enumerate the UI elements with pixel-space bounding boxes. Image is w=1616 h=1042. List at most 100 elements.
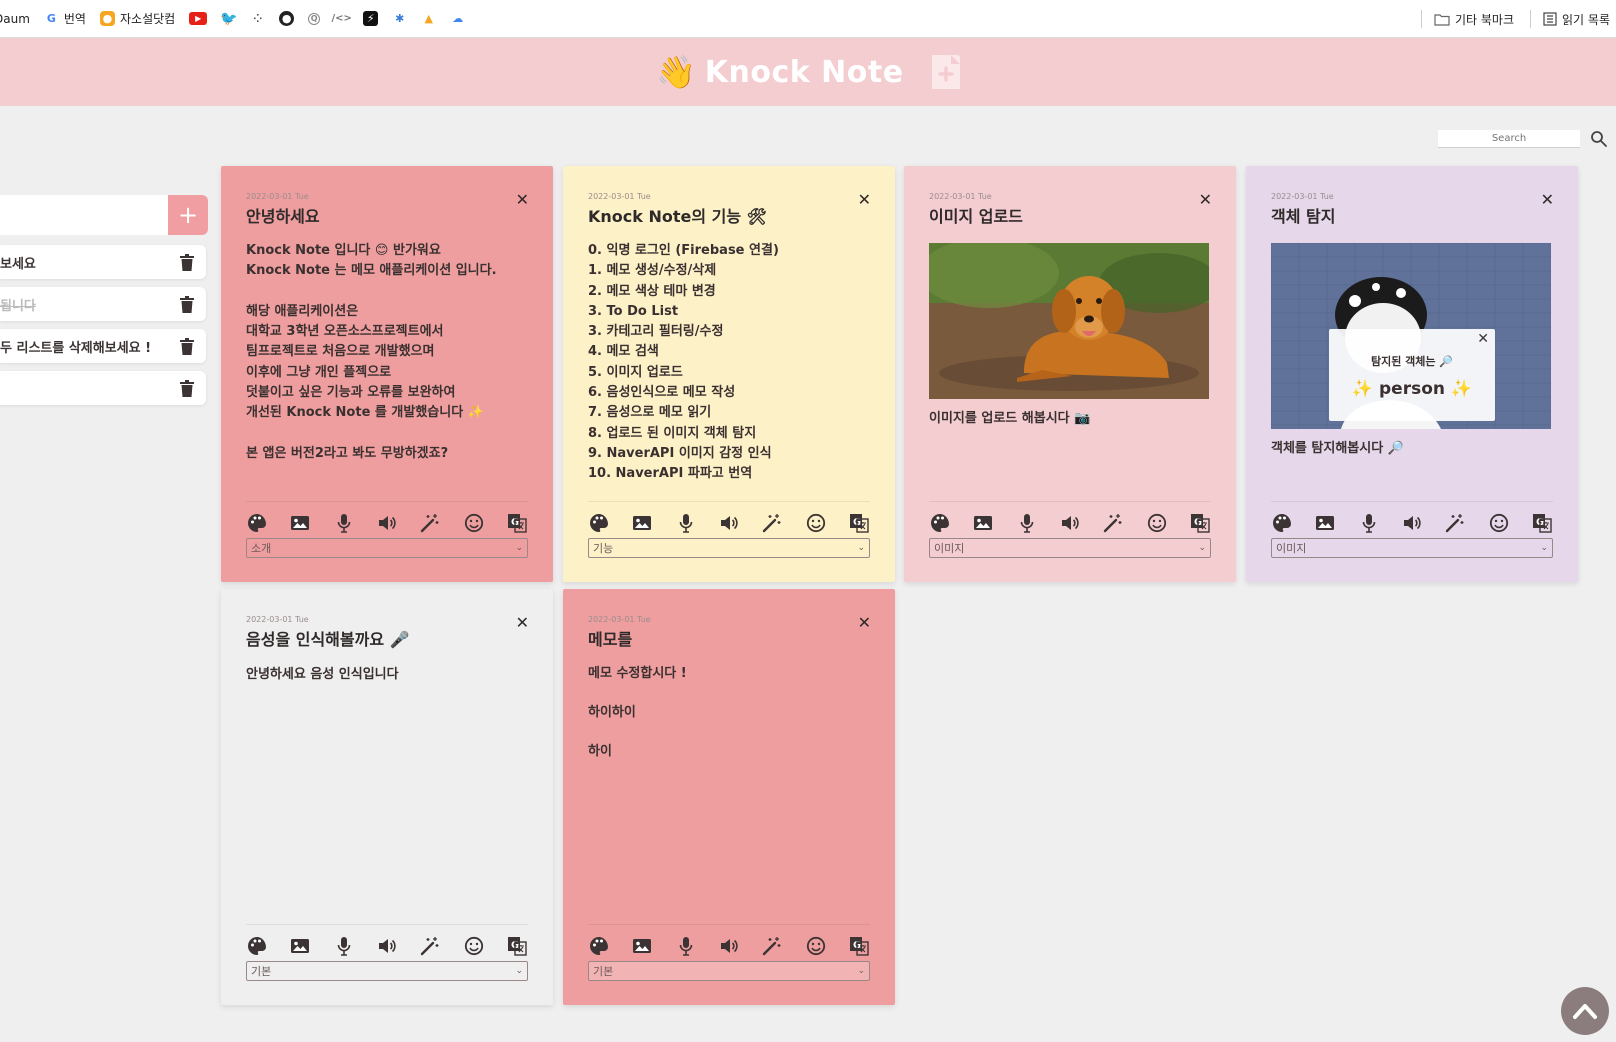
note-title[interactable]: 메모를	[588, 626, 870, 650]
image-icon[interactable]	[1314, 512, 1336, 534]
todo-item[interactable]	[0, 371, 206, 405]
note-title[interactable]: 이미지 업로드	[929, 203, 1211, 227]
note-title[interactable]: 음성을 인식해볼까요 🎤	[246, 626, 528, 650]
emoji-icon[interactable]	[805, 512, 827, 534]
emoji-icon[interactable]	[805, 935, 827, 957]
speaker-icon[interactable]	[718, 512, 740, 534]
microphone-icon[interactable]	[675, 512, 697, 534]
speaker-icon[interactable]	[718, 935, 740, 957]
close-icon[interactable]: ✕	[858, 613, 871, 632]
category-select[interactable]: 이미지 ⌄	[929, 538, 1211, 558]
todo-item[interactable]: 보세요	[0, 245, 206, 279]
bookmark-reading-list[interactable]: 읽기 목록	[1543, 11, 1610, 28]
close-icon[interactable]: ✕	[1477, 331, 1489, 347]
note-title[interactable]: Knock Note의 기능 🛠	[588, 203, 870, 227]
bookmark-translate[interactable]: G 번역	[44, 10, 86, 27]
translate-icon[interactable]: G	[506, 512, 528, 534]
speaker-icon[interactable]	[1059, 512, 1081, 534]
palette-icon[interactable]	[246, 935, 268, 957]
bookmark-twitter[interactable]: 🐦	[220, 11, 237, 27]
close-icon[interactable]: ✕	[516, 190, 529, 209]
bookmark-dev[interactable]: ✱	[392, 11, 407, 26]
palette-icon[interactable]	[929, 512, 951, 534]
close-icon[interactable]: ✕	[1199, 190, 1212, 209]
translate-icon[interactable]: G	[1531, 512, 1553, 534]
note-body[interactable]: Knock Note 입니다 😊 반가워요 Knock Note 는 메모 애플…	[246, 241, 528, 464]
todo-add-button[interactable]: +	[168, 195, 208, 235]
close-icon[interactable]: ✕	[516, 613, 529, 632]
close-icon[interactable]: ✕	[1541, 190, 1554, 209]
emoji-icon[interactable]	[463, 935, 485, 957]
palette-icon[interactable]	[1271, 512, 1293, 534]
trash-icon[interactable]	[180, 337, 194, 355]
trash-icon[interactable]	[180, 253, 194, 271]
search-icon[interactable]	[1590, 130, 1608, 148]
search-input[interactable]	[1438, 130, 1580, 148]
translate-icon[interactable]: G	[1189, 512, 1211, 534]
emoji-icon[interactable]	[1488, 512, 1510, 534]
bookmark-youtube[interactable]: ▶	[189, 12, 208, 25]
image-icon[interactable]	[289, 512, 311, 534]
magic-wand-icon[interactable]	[761, 935, 783, 957]
note-body[interactable]: 메모 수정합시다 ! 하이하이 하이	[588, 664, 870, 762]
category-select[interactable]: 이미지 ⌄	[1271, 538, 1553, 558]
image-icon[interactable]	[972, 512, 994, 534]
category-select[interactable]: 소개 ⌄	[246, 538, 528, 558]
image-caption[interactable]: 이미지를 업로드 해봅시다 📷	[929, 407, 1211, 426]
microphone-icon[interactable]	[1358, 512, 1380, 534]
speaker-icon[interactable]	[1401, 512, 1423, 534]
new-note-button[interactable]	[931, 55, 960, 89]
note-title[interactable]: 안녕하세요	[246, 203, 528, 227]
palette-icon[interactable]	[588, 512, 610, 534]
translate-icon[interactable]: G	[848, 935, 870, 957]
category-select[interactable]: 기본 ⌄	[588, 961, 870, 981]
bookmark-network[interactable]: ⁘	[250, 11, 265, 26]
microphone-icon[interactable]	[675, 935, 697, 957]
magic-wand-icon[interactable]	[1102, 512, 1124, 534]
palette-icon[interactable]	[588, 935, 610, 957]
magic-wand-icon[interactable]	[419, 935, 441, 957]
bookmark-other[interactable]: 기타 북마크	[1434, 11, 1514, 28]
trash-icon[interactable]	[180, 295, 194, 313]
trash-icon[interactable]	[180, 379, 194, 397]
emoji-icon[interactable]	[1146, 512, 1168, 534]
image-icon[interactable]	[631, 512, 653, 534]
app-logo[interactable]: 👋 Knock Note	[656, 53, 903, 91]
image-caption[interactable]: 객체를 탐지해봅시다 🔎	[1271, 437, 1553, 456]
microphone-icon[interactable]	[333, 512, 355, 534]
note-card[interactable]: 2022-03-01 Tue 음성을 인식해볼까요 🎤 ✕ 안녕하세요 음성 인…	[221, 589, 553, 1005]
bookmark-firebase[interactable]: ▲	[421, 11, 436, 26]
magic-wand-icon[interactable]	[419, 512, 441, 534]
bookmark-jasoseol[interactable]: ● 자소설닷컴	[99, 10, 175, 27]
scroll-top-button[interactable]	[1561, 987, 1609, 1035]
bookmark-search[interactable]: Q	[308, 12, 321, 25]
note-card[interactable]: 2022-03-01 Tue 이미지 업로드 ✕ 이미지를 업로드 해봅시다 📷	[904, 166, 1236, 582]
bookmark-code[interactable]: /<>	[331, 11, 351, 26]
palette-icon[interactable]	[246, 512, 268, 534]
emoji-icon[interactable]	[463, 512, 485, 534]
image-icon[interactable]	[631, 935, 653, 957]
note-title[interactable]: 객체 탐지	[1271, 203, 1553, 227]
translate-icon[interactable]: G	[848, 512, 870, 534]
bookmark-cloud[interactable]: ☁	[450, 11, 465, 26]
translate-icon[interactable]: G	[506, 935, 528, 957]
speaker-icon[interactable]	[376, 935, 398, 957]
magic-wand-icon[interactable]	[761, 512, 783, 534]
note-card[interactable]: 2022-03-01 Tue 객체 탐지 ✕ ✕ 탐지된 객체는 🔎 ✨ per…	[1246, 166, 1578, 582]
todo-input[interactable]	[0, 195, 168, 235]
note-card[interactable]: 2022-03-01 Tue Knock Note의 기능 🛠 ✕ 0. 익명 …	[563, 166, 895, 582]
image-icon[interactable]	[289, 935, 311, 957]
note-card[interactable]: 2022-03-01 Tue 안녕하세요 ✕ Knock Note 입니다 😊 …	[221, 166, 553, 582]
category-select[interactable]: 기본 ⌄	[246, 961, 528, 981]
close-icon[interactable]: ✕	[858, 190, 871, 209]
note-card[interactable]: 2022-03-01 Tue 메모를 ✕ 메모 수정합시다 ! 하이하이 하이 …	[563, 589, 895, 1005]
magic-wand-icon[interactable]	[1444, 512, 1466, 534]
todo-item[interactable]: 두 리스트를 삭제해보세요 !	[0, 329, 206, 363]
note-body[interactable]: 안녕하세요 음성 인식입니다	[246, 664, 528, 685]
bookmark-daum[interactable]: Daum	[0, 12, 30, 26]
todo-item[interactable]: 됩니다	[0, 287, 206, 321]
category-select[interactable]: 기능 ⌄	[588, 538, 870, 558]
note-body[interactable]: 0. 익명 로그인 (Firebase 연결) 1. 메모 생성/수정/삭제 2…	[588, 241, 870, 485]
microphone-icon[interactable]	[333, 935, 355, 957]
bookmark-github[interactable]: ●	[279, 11, 295, 26]
